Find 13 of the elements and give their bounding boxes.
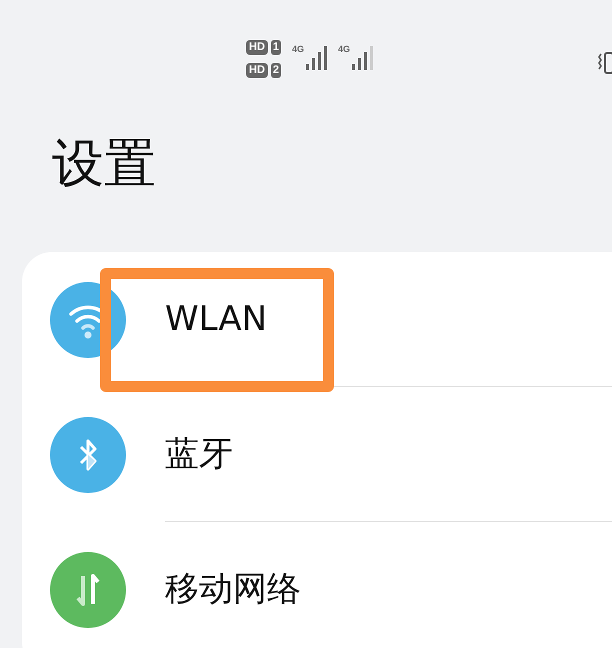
signal-icon [352, 44, 374, 70]
setting-label[interactable]: 移动网络 [165, 564, 301, 615]
hd-badge: HD [246, 40, 268, 55]
vibrate-icon [598, 52, 612, 74]
setting-label[interactable]: WLAN [165, 294, 268, 344]
hd-badge: HD [246, 63, 268, 78]
setting-label[interactable]: 蓝牙 [165, 428, 233, 480]
page-title: 设置 [52, 133, 156, 196]
sim-slot: 1 [270, 40, 282, 55]
network-type: 4G [338, 44, 350, 54]
sim-slot: 2 [270, 63, 282, 78]
signal-icon [306, 44, 328, 70]
network-type: 4G [292, 44, 304, 54]
